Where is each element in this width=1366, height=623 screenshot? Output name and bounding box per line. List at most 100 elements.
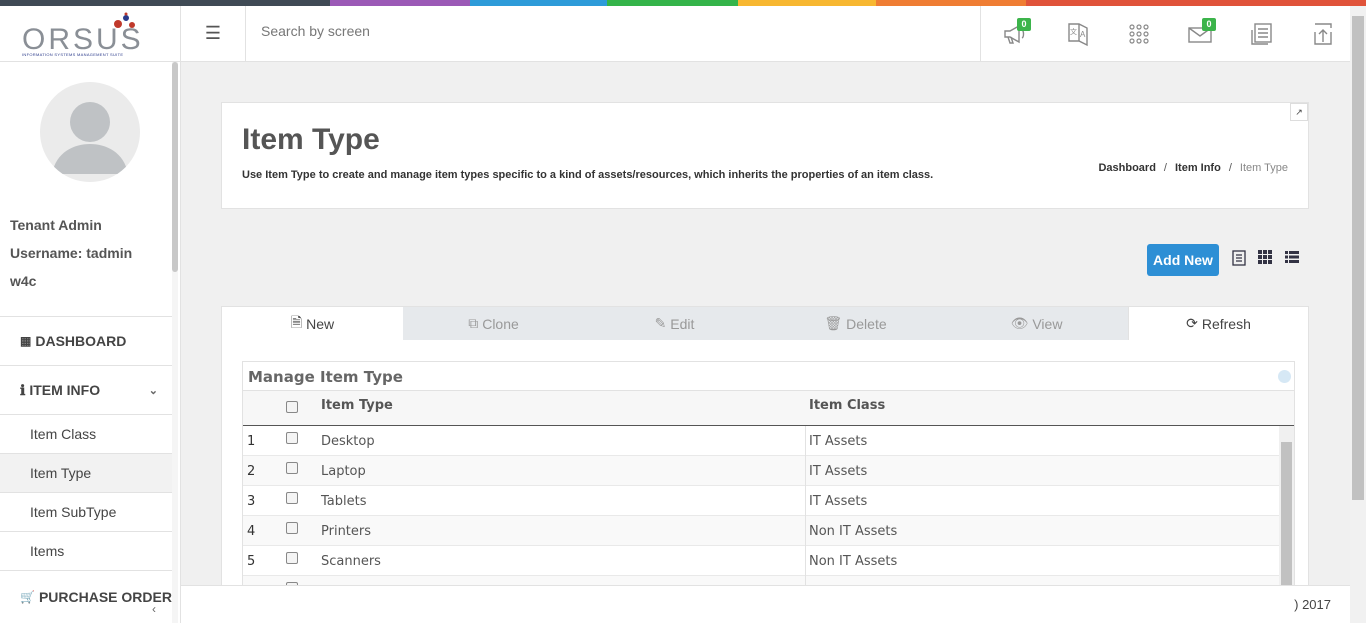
collapse-icon[interactable] (1278, 370, 1291, 383)
column-header-item-type[interactable]: Item Type (321, 398, 393, 413)
cell-item-class: Non IT Assets (809, 554, 898, 569)
action-label: Edit (670, 315, 695, 332)
action-label: Refresh (1201, 315, 1251, 332)
refresh-action-button[interactable]: ⟳ Refresh (1128, 307, 1308, 340)
announce-badge: 0 (1017, 18, 1031, 31)
top-bar: ORSUS INFORMATION SYSTEMS MANAGEMENT SUI… (0, 6, 1350, 62)
sidebar-item-label: ITEM INFO (29, 382, 101, 398)
cell-item-class: IT Assets (809, 494, 868, 509)
expand-icon[interactable]: ↗ (1290, 103, 1308, 121)
page-scroll-thumb[interactable] (1352, 16, 1364, 500)
mail-icon[interactable]: 0 (1186, 18, 1216, 48)
table-row[interactable]: 4 Printers Non IT Assets (243, 516, 1279, 546)
cell-item-class: IT Assets (809, 434, 868, 449)
username: Username: tadmin (10, 245, 133, 261)
table-row[interactable]: 2 Laptop IT Assets (243, 456, 1279, 486)
action-label: View (1032, 315, 1063, 332)
new-action-button[interactable]: 🗎 New (222, 307, 403, 340)
row-checkbox[interactable] (286, 492, 298, 504)
user-icon (52, 102, 128, 174)
cell-item-type: Tablets (321, 494, 367, 509)
translate-icon[interactable]: A文 (1064, 20, 1092, 48)
logo[interactable]: ORSUS INFORMATION SYSTEMS MANAGEMENT SUI… (0, 6, 181, 61)
sidebar-item-dashboard[interactable]: ▦ DASHBOARD (0, 316, 172, 365)
column-header-item-class[interactable]: Item Class (809, 398, 885, 413)
breadcrumb-item-info[interactable]: Item Info (1175, 162, 1221, 174)
row-number: 3 (247, 494, 256, 509)
table-row[interactable]: 5 Scanners Non IT Assets (243, 546, 1279, 576)
page-header: ↗ Item Type Use Item Type to create and … (221, 102, 1309, 209)
collapse-sidebar-icon[interactable]: ‹ (152, 602, 156, 616)
cell-item-type: Printers (321, 524, 372, 539)
form-view-icon[interactable] (1232, 250, 1248, 266)
breadcrumb-dashboard[interactable]: Dashboard (1098, 162, 1155, 174)
action-label: Delete (846, 315, 887, 332)
chevron-down-icon: ⌄ (148, 384, 158, 397)
refresh-icon: ⟳ (1186, 315, 1198, 331)
clone-action-button[interactable]: ⧉ Clone (403, 307, 584, 340)
cell-item-type: Desktop (321, 434, 375, 449)
sidebar-item-item-class[interactable]: Item Class (0, 414, 172, 453)
announcement-icon[interactable]: 0 (1001, 18, 1031, 48)
footer: ) 2017 (181, 585, 1350, 623)
cell-item-type: Scanners (321, 554, 381, 569)
edit-action-button[interactable]: ✎ Edit (584, 307, 765, 340)
grid-header: Item Type Item Class (243, 390, 1294, 426)
sidebar-item-purchase-order[interactable]: 🛒 PURCHASE ORDER (0, 570, 172, 623)
cell-item-class: IT Assets (809, 464, 868, 479)
mail-badge: 0 (1202, 18, 1216, 31)
sidebar-item-label: DASHBOARD (35, 333, 127, 349)
page-scrollbar[interactable] (1350, 6, 1366, 623)
add-new-button[interactable]: Add New (1147, 244, 1219, 276)
table-row[interactable]: 1 Desktop IT Assets (243, 426, 1279, 456)
row-number: 2 (247, 464, 256, 479)
action-label: Clone (482, 315, 519, 332)
page-title: Item Type (242, 123, 380, 156)
logo-subtitle: INFORMATION SYSTEMS MANAGEMENT SUITE (22, 52, 124, 57)
row-number: 1 (247, 434, 256, 449)
header-icons: 0 A文 0 (980, 6, 1350, 61)
table-row[interactable]: 3 Tablets IT Assets (243, 486, 1279, 516)
row-number: 5 (247, 554, 256, 569)
select-all-checkbox[interactable] (286, 401, 298, 413)
sidebar: Tenant Admin Username: tadmin w4c ▦ DASH… (0, 62, 181, 623)
edit-icon: ✎ (654, 315, 667, 331)
file-icon: 🗎 (290, 313, 303, 330)
grid-view-icon[interactable] (1258, 250, 1274, 266)
sidebar-item-item-type[interactable]: Item Type (0, 453, 172, 492)
sidebar-item-item-info[interactable]: ℹ ITEM INFO ⌄ (0, 365, 172, 414)
row-checkbox[interactable] (286, 522, 298, 534)
sidebar-item-items[interactable]: Items (0, 531, 172, 570)
hamburger-icon: ☰ (204, 23, 222, 43)
row-checkbox[interactable] (286, 462, 298, 474)
search-input[interactable] (261, 23, 861, 39)
user-role: Tenant Admin (10, 217, 102, 233)
sidebar-scrollbar[interactable] (172, 62, 178, 272)
svg-text:文: 文 (1070, 27, 1077, 36)
grid-title: Manage Item Type (248, 368, 403, 386)
dashboard-icon: ▦ (20, 334, 32, 348)
tenant-name: w4c (10, 273, 37, 289)
avatar[interactable] (40, 82, 140, 182)
eye-icon: 👁 (1010, 315, 1029, 331)
logout-icon[interactable] (1309, 20, 1337, 48)
action-label: New (306, 315, 335, 332)
view-action-button[interactable]: 👁 View (946, 307, 1127, 340)
menu-toggle-button[interactable]: ☰ (181, 6, 246, 61)
delete-action-button[interactable]: 🗑 Delete (765, 307, 946, 340)
reports-icon[interactable] (1248, 20, 1276, 48)
apps-grid-icon[interactable] (1125, 20, 1153, 48)
row-checkbox[interactable] (286, 432, 298, 444)
row-number: 4 (247, 524, 256, 539)
cell-item-class: Non IT Assets (809, 524, 898, 539)
cart-icon: 🛒 (20, 590, 35, 604)
info-icon: ℹ (20, 381, 26, 398)
item-type-grid: Manage Item Type Item Type Item Class 1 … (242, 361, 1295, 623)
action-toolbar: 🗎 New ⧉ Clone ✎ Edit 🗑 Delete 👁 View ⟳ R… (221, 306, 1309, 341)
row-checkbox[interactable] (286, 552, 298, 564)
cell-item-type: Laptop (321, 464, 366, 479)
list-view-icon[interactable] (1285, 250, 1301, 266)
svg-text:A: A (1080, 30, 1086, 39)
sidebar-item-item-subtype[interactable]: Item SubType (0, 492, 172, 531)
page-description: Use Item Type to create and manage item … (242, 169, 934, 181)
